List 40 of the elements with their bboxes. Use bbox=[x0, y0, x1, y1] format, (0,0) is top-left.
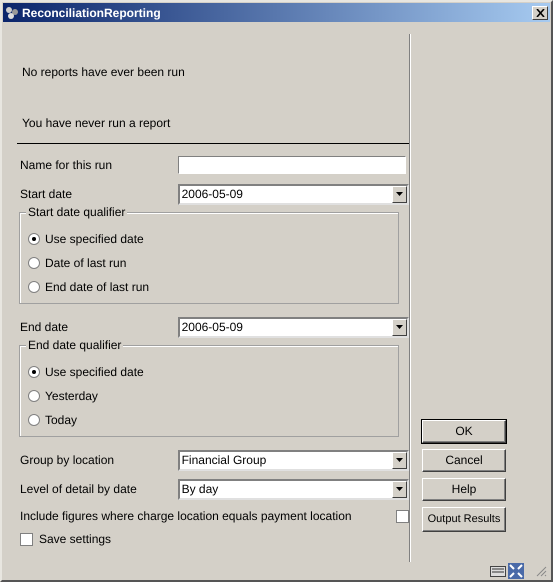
radio-button[interactable] bbox=[28, 233, 40, 245]
expand-icon[interactable] bbox=[508, 563, 524, 579]
radio-label[interactable]: End date of last run bbox=[45, 280, 150, 294]
input-field[interactable] bbox=[178, 156, 406, 174]
field-label: Level of detail by date bbox=[20, 482, 138, 496]
checkbox[interactable] bbox=[20, 532, 33, 546]
radio-button[interactable] bbox=[28, 390, 40, 402]
radio-button[interactable] bbox=[28, 257, 40, 269]
window-title: ReconciliationReporting bbox=[22, 6, 162, 20]
dialog-button[interactable]: Help bbox=[422, 478, 506, 501]
dropdown[interactable]: 2006-05-09 bbox=[178, 316, 409, 338]
checkbox[interactable] bbox=[396, 510, 409, 522]
message-text: You have never run a report bbox=[21, 115, 172, 132]
dropdown[interactable]: 2006-05-09 bbox=[178, 184, 409, 204]
dialog-button[interactable]: Output Results bbox=[422, 507, 506, 532]
radio-button[interactable] bbox=[28, 281, 40, 293]
radio-label[interactable]: Today bbox=[45, 413, 78, 427]
checkbox-label[interactable]: Include figures where charge location equals payment location bbox=[20, 509, 396, 523]
close-button[interactable] bbox=[532, 6, 548, 20]
dropdown[interactable]: By day bbox=[178, 478, 409, 500]
radio-button[interactable] bbox=[28, 366, 40, 378]
field-label: Start date bbox=[20, 187, 74, 201]
group-legend: Start date qualifier bbox=[26, 205, 128, 219]
checkbox-label[interactable]: Save settings bbox=[39, 532, 112, 546]
dialog-button[interactable]: OK bbox=[422, 420, 506, 443]
radio-label[interactable]: Use specified date bbox=[45, 232, 144, 246]
dropdown[interactable]: Financial Group bbox=[178, 450, 409, 470]
group-legend: End date qualifier bbox=[26, 338, 124, 352]
field-label: Name for this run bbox=[20, 158, 114, 172]
close-icon bbox=[536, 8, 544, 16]
field-label: End date bbox=[20, 320, 70, 334]
radio-label[interactable]: Date of last run bbox=[45, 256, 126, 270]
dialog-button[interactable]: Cancel bbox=[422, 449, 506, 472]
app-icon bbox=[5, 6, 19, 20]
resize-grip-icon[interactable] bbox=[536, 566, 547, 576]
radio-label[interactable]: Yesterday bbox=[45, 389, 98, 403]
message-text: No reports have ever been run bbox=[21, 64, 186, 81]
radio-label[interactable]: Use specified date bbox=[45, 365, 144, 379]
radio-button[interactable] bbox=[28, 414, 40, 426]
field-label: Group by location bbox=[20, 453, 116, 467]
